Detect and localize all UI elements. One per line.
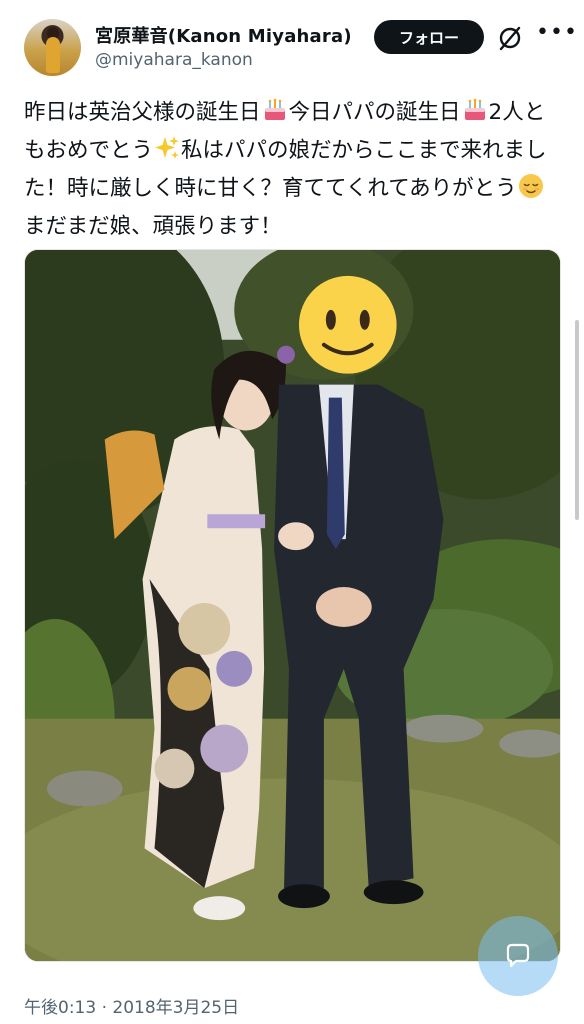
birthday-cake-icon (464, 98, 485, 120)
birthday-cake-icon (264, 98, 285, 120)
more-horizontal-icon[interactable]: ••• (536, 22, 577, 47)
author-avatar[interactable] (24, 19, 81, 76)
tweet-header: 宮原華音(Kanon Miyahara) @miyahara_kanon フォロ… (0, 0, 584, 90)
photo-scene (25, 250, 560, 961)
tweet-text-part-2: 今日パパの誕生日 (288, 100, 461, 125)
tweet-text-part-1: 昨日は英治父様の誕生日 (24, 100, 261, 125)
tweet-timestamp[interactable]: 午後0:13 · 2018年3月25日 (24, 993, 239, 1018)
author-display-name[interactable]: 宮原華音(Kanon Miyahara) (95, 22, 352, 48)
slash-circle-icon[interactable] (497, 25, 523, 51)
tweet-photo[interactable] (24, 249, 561, 962)
tweet-text: 昨日は英治父様の誕生日 今日パパの誕生日 2人ともおめでとう 私はパパの娘だから… (24, 94, 564, 246)
scrollbar-thumb[interactable] (575, 320, 579, 520)
follow-button[interactable]: フォロー (374, 20, 484, 54)
sparkles-icon (155, 136, 180, 159)
reply-bubble-icon (506, 943, 530, 968)
relieved-face-icon (518, 174, 543, 198)
smiley-face-icon (298, 275, 397, 374)
avatar-figure (46, 37, 60, 73)
author-handle[interactable]: @miyahara_kanon (95, 50, 253, 70)
reply-fab[interactable] (478, 916, 558, 996)
tweet-text-part-5: まだまだ娘、頑張ります！ (24, 214, 282, 239)
